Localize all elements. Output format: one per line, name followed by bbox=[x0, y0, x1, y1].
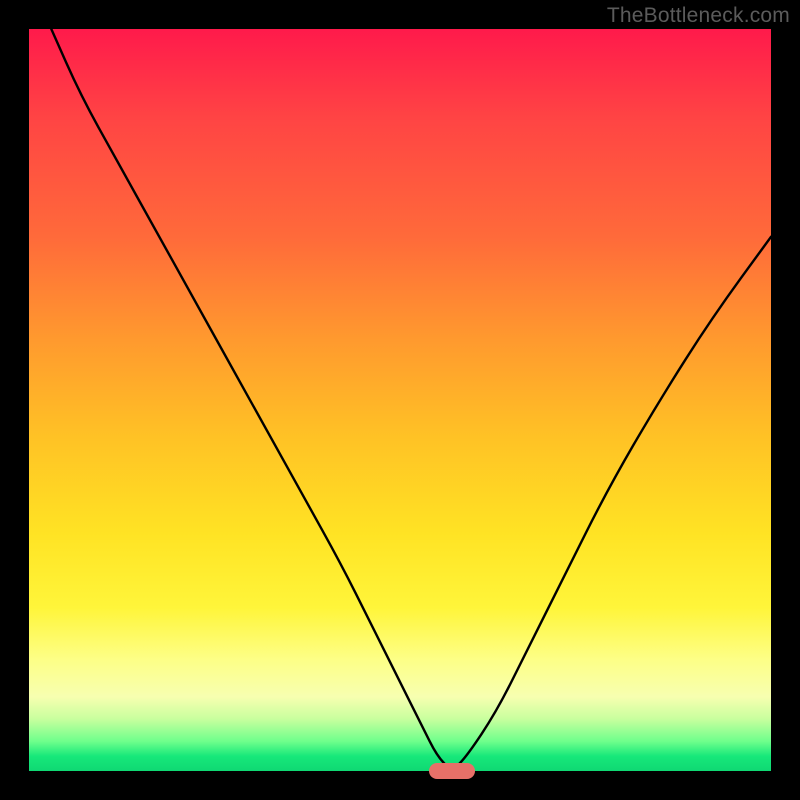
optimal-marker bbox=[429, 763, 475, 779]
chart-frame: TheBottleneck.com bbox=[0, 0, 800, 800]
plot-area bbox=[29, 29, 771, 771]
bottleneck-curve bbox=[29, 29, 771, 771]
watermark-text: TheBottleneck.com bbox=[607, 4, 790, 28]
